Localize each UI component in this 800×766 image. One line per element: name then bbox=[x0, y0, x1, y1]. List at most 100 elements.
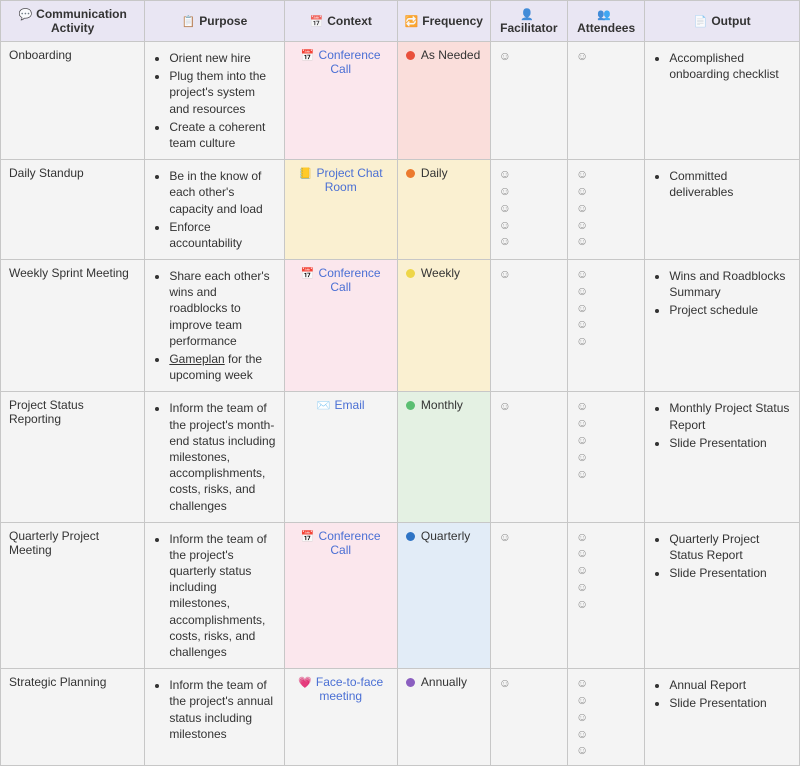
avatar-placeholder-icon: ☺ bbox=[499, 266, 559, 283]
context-label: Project Chat Room bbox=[317, 166, 383, 194]
context-link[interactable]: 📅 Conference Call bbox=[293, 48, 389, 76]
avatar-placeholder-icon: ☺ bbox=[576, 166, 636, 183]
f2f-icon: 💗 bbox=[298, 677, 312, 689]
avatar-placeholder-icon: ☺ bbox=[576, 415, 636, 432]
avatar-placeholder-icon: ☺ bbox=[576, 48, 636, 65]
avatar-placeholder-icon: ☺ bbox=[499, 233, 559, 250]
calendar-icon: 📅 bbox=[310, 16, 324, 28]
purpose-cell: Be in the know of each other's capacity … bbox=[145, 160, 284, 260]
header-output: 📄Output bbox=[645, 1, 800, 42]
frequency-cell: Quarterly bbox=[397, 522, 490, 669]
avatar-placeholder-icon: ☺ bbox=[576, 233, 636, 250]
list-item: Slide Presentation bbox=[669, 435, 791, 451]
list-item: Enforce accountability bbox=[169, 219, 275, 251]
context-link[interactable]: ✉️Email bbox=[293, 398, 389, 412]
activity-cell: Weekly Sprint Meeting bbox=[1, 260, 145, 392]
table-row: Quarterly Project MeetingInform the team… bbox=[1, 522, 800, 669]
context-label: Conference Call bbox=[319, 48, 381, 76]
context-link[interactable]: 📅Conference Call bbox=[293, 529, 389, 557]
attendees-cell: ☺☺☺☺☺ bbox=[568, 669, 645, 766]
avatar-placeholder-icon: ☺ bbox=[576, 692, 636, 709]
avatar-placeholder-icon: ☺ bbox=[499, 529, 559, 546]
avatar-placeholder-icon: ☺ bbox=[576, 709, 636, 726]
attendees-cell: ☺ bbox=[568, 42, 645, 160]
avatar-placeholder-icon: ☺ bbox=[576, 726, 636, 743]
avatar-placeholder-icon: ☺ bbox=[576, 449, 636, 466]
facilitator-cell: ☺ bbox=[490, 669, 567, 766]
facilitator-cell: ☺ bbox=[490, 522, 567, 669]
frequency-label: Monthly bbox=[421, 398, 463, 412]
chat-icon: 📒 bbox=[299, 168, 313, 180]
list-item: Share each other's wins and roadblocks t… bbox=[169, 268, 275, 349]
table-row: Strategic PlanningInform the team of the… bbox=[1, 669, 800, 766]
table-row: Daily StandupBe in the know of each othe… bbox=[1, 160, 800, 260]
avatar-placeholder-icon: ☺ bbox=[499, 675, 559, 692]
purpose-cell: Orient new hire Plug them into the projec… bbox=[145, 42, 284, 160]
table-header-row: 💬Communication Activity 📋Purpose 📅Contex… bbox=[1, 1, 800, 42]
avatar-placeholder-icon: ☺ bbox=[576, 183, 636, 200]
avatar-placeholder-icon: ☺ bbox=[576, 432, 636, 449]
activity-cell: Daily Standup bbox=[1, 160, 145, 260]
output-cell: Monthly Project Status ReportSlide Prese… bbox=[645, 392, 800, 522]
email-icon: ✉️ bbox=[317, 400, 331, 412]
avatar-placeholder-icon: ☺ bbox=[576, 300, 636, 317]
avatar-placeholder-icon: ☺ bbox=[499, 200, 559, 217]
clipboard-icon: 📋 bbox=[182, 16, 196, 28]
list-item: Project schedule bbox=[669, 302, 791, 318]
purpose-cell: Inform the team of the project's quarter… bbox=[145, 522, 284, 669]
context-cell: 📅Conference Call bbox=[284, 522, 397, 669]
context-cell: 💗 Face-to-face meeting bbox=[284, 669, 397, 766]
list-item: Create a coherent team culture bbox=[169, 119, 275, 151]
avatar-placeholder-icon: ☺ bbox=[576, 316, 636, 333]
list-item: Inform the team of the project's month-e… bbox=[169, 400, 275, 513]
list-item: Orient new hire bbox=[169, 50, 275, 66]
frequency-label: Daily bbox=[421, 166, 448, 180]
purpose-cell: Inform the team of the project's annual … bbox=[145, 669, 284, 766]
people-icon: 👥 bbox=[597, 9, 611, 21]
avatar-placeholder-icon: ☺ bbox=[576, 596, 636, 613]
frequency-label: As Needed bbox=[421, 48, 480, 62]
context-link[interactable]: 📒 Project Chat Room bbox=[293, 166, 389, 194]
context-cell: ✉️Email bbox=[284, 392, 397, 522]
context-link[interactable]: 📅Conference Call bbox=[293, 266, 389, 294]
person-icon: 👤 bbox=[520, 9, 534, 21]
list-item: Committed deliverables bbox=[669, 168, 791, 200]
avatar-placeholder-icon: ☺ bbox=[499, 166, 559, 183]
header-context: 📅Context bbox=[284, 1, 397, 42]
avatar-placeholder-icon: ☺ bbox=[499, 48, 559, 65]
repeat-icon: 🔁 bbox=[405, 16, 419, 28]
activity-cell: Strategic Planning bbox=[1, 669, 145, 766]
conference-icon: 📅 bbox=[301, 50, 315, 62]
context-link[interactable]: 💗 Face-to-face meeting bbox=[293, 675, 389, 703]
list-item: Annual Report bbox=[669, 677, 791, 693]
context-cell: 📅Conference Call bbox=[284, 260, 397, 392]
header-frequency: 🔁Frequency bbox=[397, 1, 490, 42]
frequency-dot-icon bbox=[406, 401, 415, 410]
conference-icon: 📅 bbox=[301, 268, 315, 280]
header-facilitator: 👤Facilitator bbox=[490, 1, 567, 42]
frequency-cell: Monthly bbox=[397, 392, 490, 522]
header-activity: 💬Communication Activity bbox=[1, 1, 145, 42]
list-item: Accomplished onboarding checklist bbox=[669, 50, 791, 82]
avatar-placeholder-icon: ☺ bbox=[576, 579, 636, 596]
table-row: Weekly Sprint Meeting Share each other's … bbox=[1, 260, 800, 392]
list-item: Slide Presentation bbox=[669, 565, 791, 581]
context-cell: 📒 Project Chat Room bbox=[284, 160, 397, 260]
list-item: Plug them into the project's system and … bbox=[169, 68, 275, 117]
context-cell: 📅 Conference Call bbox=[284, 42, 397, 160]
header-attendees: 👥Attendees bbox=[568, 1, 645, 42]
output-cell: Annual Report Slide Presentation bbox=[645, 669, 800, 766]
avatar-placeholder-icon: ☺ bbox=[499, 398, 559, 415]
context-label: Face-to-face meeting bbox=[316, 675, 383, 703]
chat-icon: 💬 bbox=[18, 9, 32, 21]
avatar-placeholder-icon: ☺ bbox=[576, 466, 636, 483]
document-icon: 📄 bbox=[694, 16, 708, 28]
avatar-placeholder-icon: ☺ bbox=[576, 675, 636, 692]
activity-cell: Onboarding bbox=[1, 42, 145, 160]
attendees-cell: ☺☺☺☺☺ bbox=[568, 160, 645, 260]
list-item: Gameplan for the upcoming week bbox=[169, 351, 275, 383]
frequency-dot-icon bbox=[406, 51, 415, 60]
communication-matrix-table: 💬Communication Activity 📋Purpose 📅Contex… bbox=[0, 0, 800, 766]
list-item: Slide Presentation bbox=[669, 695, 791, 711]
avatar-placeholder-icon: ☺ bbox=[576, 217, 636, 234]
